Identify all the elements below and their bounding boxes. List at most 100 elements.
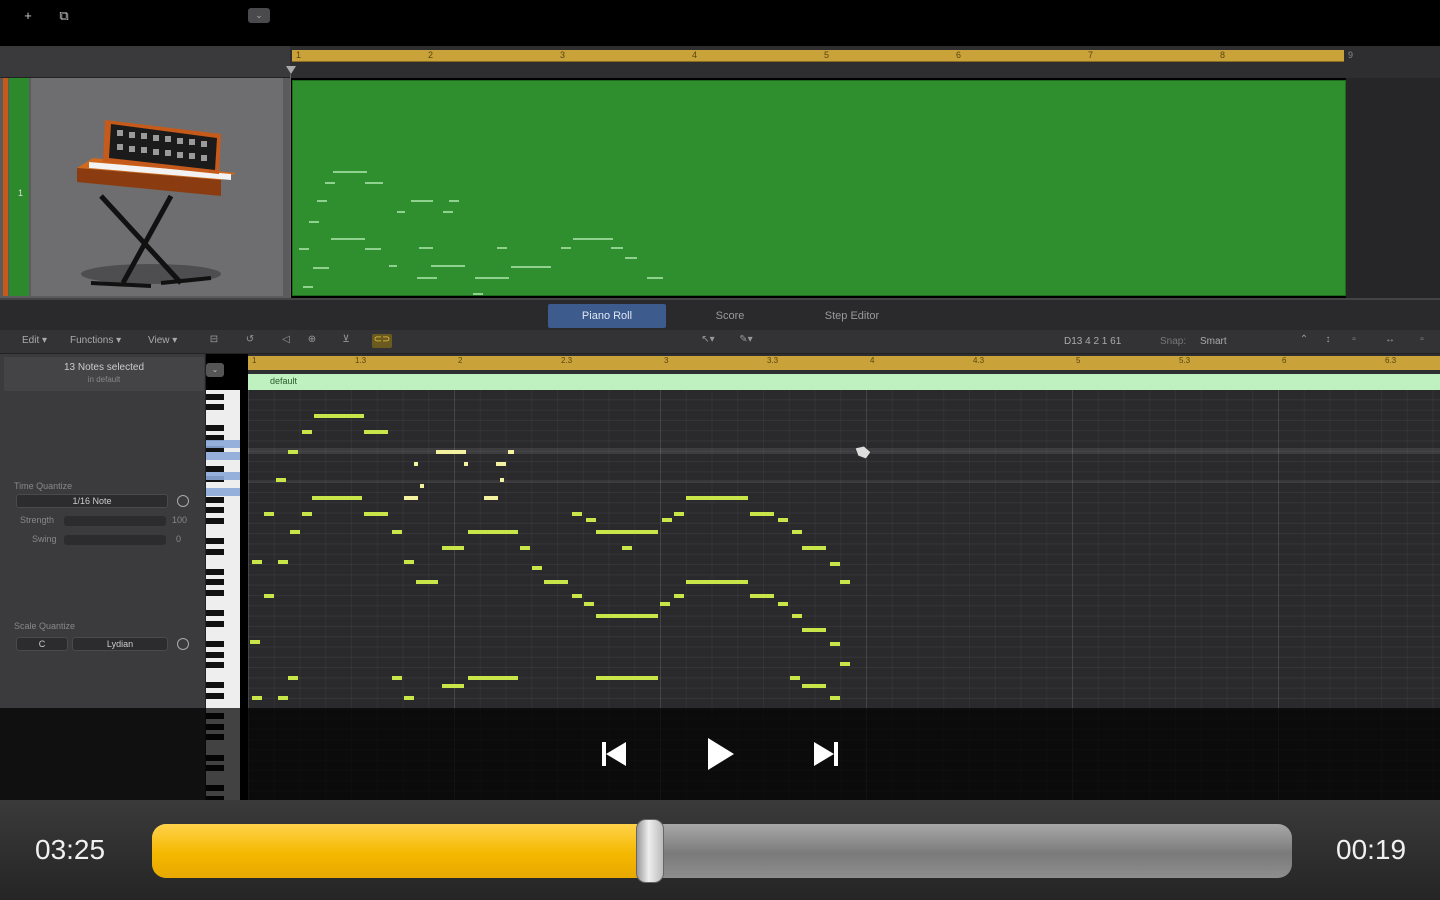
progress-track[interactable]	[152, 824, 1292, 878]
midi-note[interactable]	[802, 546, 826, 550]
black-key[interactable]	[206, 507, 224, 514]
midi-note[interactable]	[584, 602, 594, 606]
time-quantize-select[interactable]: 1/16 Note	[16, 494, 168, 508]
play-icon[interactable]	[700, 734, 740, 774]
midi-note[interactable]	[750, 512, 774, 516]
midi-note[interactable]	[792, 530, 802, 534]
midi-note[interactable]	[364, 430, 388, 434]
midi-note[interactable]	[302, 512, 312, 516]
midi-note[interactable]	[520, 546, 530, 550]
midi-note[interactable]	[290, 530, 300, 534]
pointer-tool-icon[interactable]: ↖▾	[698, 334, 718, 348]
black-key[interactable]	[206, 569, 224, 576]
black-key[interactable]	[206, 682, 224, 689]
black-key[interactable]	[206, 692, 224, 699]
black-key[interactable]	[206, 610, 224, 617]
swing-slider[interactable]	[64, 535, 166, 545]
black-key[interactable]	[206, 620, 224, 627]
midi-note[interactable]	[686, 496, 748, 500]
midi-note[interactable]	[674, 594, 684, 598]
tab-piano-roll[interactable]: Piano Roll	[548, 304, 666, 328]
duplicate-track-button[interactable]: ⧉	[52, 8, 76, 24]
piano-roll-cycle-range[interactable]	[248, 356, 1440, 370]
filter-icon[interactable]: ⊻	[336, 334, 356, 348]
midi-note[interactable]	[468, 530, 518, 534]
midi-note[interactable]	[586, 518, 596, 522]
midi-note[interactable]	[464, 462, 468, 466]
black-key[interactable]	[206, 424, 224, 431]
black-key[interactable]	[206, 589, 224, 596]
midi-out-icon[interactable]: ◁	[276, 334, 296, 348]
midi-note[interactable]	[496, 462, 506, 466]
view-menu[interactable]: View ▾	[148, 335, 177, 346]
midi-note[interactable]	[750, 594, 774, 598]
midi-note[interactable]	[420, 484, 424, 488]
midi-note[interactable]	[830, 642, 840, 646]
midi-note[interactable]	[674, 512, 684, 516]
black-key[interactable]	[206, 517, 224, 524]
midi-note[interactable]	[802, 684, 826, 688]
midi-note[interactable]	[252, 696, 262, 700]
midi-note[interactable]	[830, 562, 840, 566]
midi-note[interactable]	[436, 450, 466, 454]
midi-note[interactable]	[264, 512, 274, 516]
midi-note[interactable]	[392, 530, 402, 534]
midi-note[interactable]	[790, 676, 800, 680]
midi-note[interactable]	[364, 512, 388, 516]
midi-note[interactable]	[840, 662, 850, 666]
track-menu-button[interactable]: ⌄	[248, 8, 270, 23]
black-key[interactable]	[206, 548, 224, 555]
midi-note[interactable]	[596, 676, 658, 680]
quantize-apply-icon[interactable]	[177, 495, 189, 507]
progress-thumb[interactable]	[636, 819, 665, 883]
black-key[interactable]	[206, 538, 224, 545]
midi-note[interactable]	[572, 594, 582, 598]
link-icon[interactable]: ⊕	[302, 334, 322, 348]
midi-note[interactable]	[802, 628, 826, 632]
zoom-end-icon[interactable]: ▫	[1412, 334, 1432, 348]
playhead[interactable]	[290, 74, 291, 298]
cycle-range[interactable]	[292, 50, 1344, 62]
midi-note[interactable]	[596, 614, 658, 618]
midi-note[interactable]	[484, 496, 498, 500]
catch-icon[interactable]: ↺	[240, 334, 260, 348]
scale-apply-icon[interactable]	[177, 638, 189, 650]
midi-note[interactable]	[840, 580, 850, 584]
functions-menu[interactable]: Functions ▾	[70, 335, 121, 346]
midi-note[interactable]	[662, 518, 672, 522]
vertical-zoom-icon[interactable]: ↕	[1318, 334, 1338, 348]
midi-note[interactable]	[544, 580, 568, 584]
end-marker[interactable]: 9	[1348, 50, 1353, 60]
midi-note[interactable]	[278, 696, 288, 700]
black-key[interactable]	[206, 497, 224, 503]
loop-link-icon[interactable]: ⊂⊃	[372, 334, 392, 348]
midi-note[interactable]	[442, 684, 464, 688]
midi-note[interactable]	[302, 430, 312, 434]
midi-note[interactable]	[508, 450, 514, 454]
midi-note[interactable]	[686, 580, 748, 584]
black-key[interactable]	[206, 651, 224, 658]
midi-note[interactable]	[532, 566, 542, 570]
midi-note[interactable]	[500, 478, 504, 482]
midi-note[interactable]	[416, 580, 438, 584]
inspector-menu-button[interactable]: ⌄	[206, 363, 224, 377]
tab-step-editor[interactable]: Step Editor	[794, 304, 910, 328]
region-name-bar[interactable]	[248, 374, 1440, 390]
horizontal-zoom-icon[interactable]: ↔	[1380, 334, 1400, 348]
skip-back-icon[interactable]	[594, 734, 634, 774]
midi-note[interactable]	[404, 496, 418, 500]
midi-note[interactable]	[572, 512, 582, 516]
midi-note[interactable]	[660, 602, 670, 606]
midi-note[interactable]	[314, 414, 364, 418]
zoom-slider-icon[interactable]: ▫	[1344, 334, 1364, 348]
midi-note[interactable]	[778, 518, 788, 522]
snap-chevron-icon[interactable]: ⌃	[1294, 334, 1314, 348]
midi-note[interactable]	[792, 614, 802, 618]
scale-mode-select[interactable]: Lydian	[72, 637, 168, 651]
pencil-tool-icon[interactable]: ✎▾	[736, 334, 756, 348]
midi-note[interactable]	[830, 696, 840, 700]
snap-select[interactable]: Smart	[1200, 336, 1227, 347]
midi-note[interactable]	[288, 676, 298, 680]
midi-region[interactable]	[292, 80, 1346, 296]
midi-note[interactable]	[404, 696, 414, 700]
